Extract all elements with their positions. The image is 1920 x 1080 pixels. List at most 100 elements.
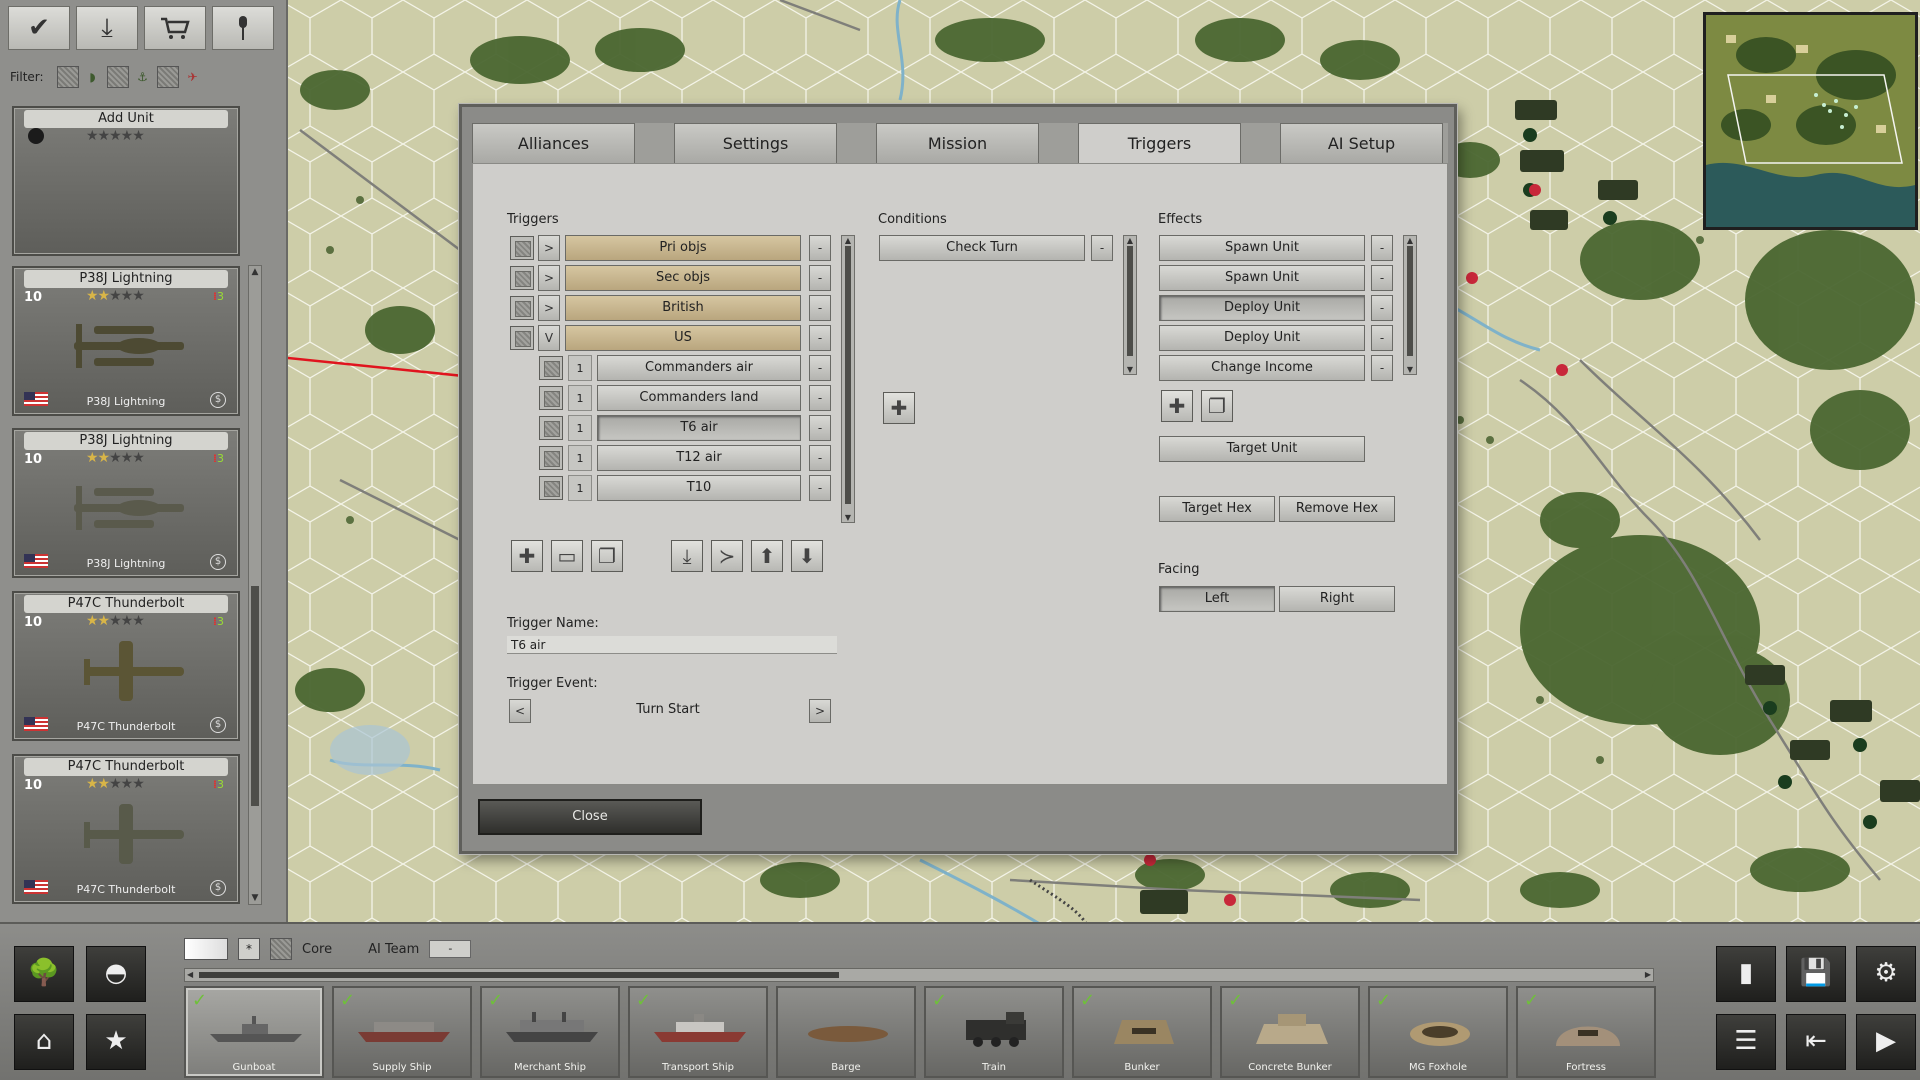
add-effect-icon[interactable]: ✚ (1161, 390, 1193, 422)
remove-trigger-button[interactable]: - (809, 445, 831, 471)
scroll-up-icon[interactable]: ▲ (249, 267, 261, 277)
console-icon[interactable]: ≻ (711, 540, 743, 572)
document-icon[interactable]: ▮ (1716, 946, 1776, 1002)
add-unit-card[interactable]: Add Unit ★★★★★ (12, 106, 240, 256)
scroll-left-icon[interactable]: ◀ (187, 969, 193, 981)
remove-effect-button[interactable]: - (1371, 355, 1393, 381)
conditions-scrollbar[interactable]: ▲ ▼ (1123, 235, 1137, 375)
scroll-thumb[interactable] (845, 246, 851, 504)
remove-effect-button[interactable]: - (1371, 295, 1393, 321)
prev-event-button[interactable]: < (509, 699, 531, 723)
expand-button[interactable]: > (538, 295, 560, 321)
facing-right-button[interactable]: Right (1279, 586, 1395, 612)
effect-spawn-unit[interactable]: Spawn Unit (1159, 265, 1365, 291)
trigger-checkbox[interactable] (510, 236, 534, 260)
remove-trigger-button[interactable]: - (809, 325, 831, 351)
close-button[interactable]: Close (478, 799, 702, 835)
remove-effect-button[interactable]: - (1371, 265, 1393, 291)
scroll-down-icon[interactable]: ▼ (1124, 365, 1136, 374)
trigger-group-us[interactable]: US (565, 325, 801, 351)
triggers-scrollbar[interactable]: ▲ ▼ (841, 235, 855, 523)
sub-trigger-checkbox[interactable] (539, 356, 563, 380)
unit-card[interactable]: P47C Thunderbolt 10 ★★★★★ ⁞3 P47C Thunde… (12, 754, 240, 904)
core-checkbox[interactable] (270, 938, 292, 960)
star-box-icon[interactable]: * (238, 938, 260, 960)
unit-slot-concrete-bunker[interactable]: ✓ Concrete Bunker (1220, 986, 1360, 1078)
copy-icon[interactable]: ❐ (591, 540, 623, 572)
effects-scrollbar[interactable]: ▲ ▼ (1403, 235, 1417, 375)
facing-left-button[interactable]: Left (1159, 586, 1275, 612)
download-icon[interactable]: ⤓ (76, 6, 138, 50)
sub-trigger-t10[interactable]: T10 (597, 475, 801, 501)
add-condition-icon[interactable]: ✚ (883, 392, 915, 424)
tree-icon[interactable]: 🌳 (14, 946, 74, 1002)
sub-trigger-t12-air[interactable]: T12 air (597, 445, 801, 471)
add-folder-icon[interactable]: ▭ (551, 540, 583, 572)
copy-effect-icon[interactable]: ❐ (1201, 390, 1233, 422)
trigger-checkbox[interactable] (510, 326, 534, 350)
unit-slot-mg-foxhole[interactable]: ✓ MG Foxhole (1368, 986, 1508, 1078)
scroll-thumb[interactable] (199, 972, 839, 978)
scroll-down-icon[interactable]: ▼ (1404, 365, 1416, 374)
unit-list-scrollbar[interactable]: ▲ ▼ (248, 265, 262, 905)
minimap[interactable] (1703, 12, 1918, 230)
unit-slot-fortress[interactable]: ✓ Fortress (1516, 986, 1656, 1078)
condition-check-turn[interactable]: Check Turn (879, 235, 1085, 261)
scroll-right-icon[interactable]: ▶ (1645, 969, 1651, 981)
remove-trigger-button[interactable]: - (809, 475, 831, 501)
effect-spawn-unit[interactable]: Spawn Unit (1159, 235, 1365, 261)
play-icon[interactable]: ▶ (1856, 1014, 1916, 1070)
effect-change-income[interactable]: Change Income (1159, 355, 1365, 381)
next-event-button[interactable]: > (809, 699, 831, 723)
star-icon[interactable]: ★ (86, 1014, 146, 1070)
unit-card[interactable]: P47C Thunderbolt 10 ★★★★★ ⁞3 P47C Thunde… (12, 591, 240, 741)
scroll-thumb[interactable] (1127, 246, 1133, 356)
sub-trigger-commanders-land[interactable]: Commanders land (597, 385, 801, 411)
scroll-up-icon[interactable]: ▲ (1404, 236, 1416, 245)
tab-settings[interactable]: Settings (674, 123, 837, 163)
list-icon[interactable]: ☰ (1716, 1014, 1776, 1070)
remove-effect-button[interactable]: - (1371, 325, 1393, 351)
scroll-down-icon[interactable]: ▼ (842, 513, 854, 522)
sub-trigger-checkbox[interactable] (539, 386, 563, 410)
exit-icon[interactable]: ⇤ (1786, 1014, 1846, 1070)
add-trigger-icon[interactable]: ✚ (511, 540, 543, 572)
scroll-down-icon[interactable]: ▼ (249, 893, 261, 903)
filter-land-checkbox[interactable] (56, 66, 79, 88)
tab-ai-setup[interactable]: AI Setup (1280, 123, 1443, 163)
remove-effect-button[interactable]: - (1371, 235, 1393, 261)
remove-trigger-button[interactable]: - (809, 355, 831, 381)
white-flag-icon[interactable] (184, 938, 228, 960)
remove-trigger-button[interactable]: - (809, 385, 831, 411)
unit-slot-train[interactable]: ✓ Train (924, 986, 1064, 1078)
expand-button[interactable]: > (538, 265, 560, 291)
tab-mission[interactable]: Mission (876, 123, 1039, 163)
target-hex-button[interactable]: Target Hex (1159, 496, 1275, 522)
trigger-group-pri-objs[interactable]: Pri objs (565, 235, 801, 261)
unit-card[interactable]: P38J Lightning 10 ★★★★★ ⁞3 P38J Lightnin… (12, 266, 240, 416)
scroll-thumb[interactable] (1407, 246, 1413, 356)
target-unit-button[interactable]: Target Unit (1159, 436, 1365, 462)
cart-icon[interactable] (144, 6, 206, 50)
trigger-name-input[interactable]: T6 air (507, 636, 837, 654)
sub-trigger-commanders-air[interactable]: Commanders air (597, 355, 801, 381)
unit-card[interactable]: P38J Lightning 10 ★★★★★ ⁞3 P38J Lightnin… (12, 428, 240, 578)
sub-trigger-checkbox[interactable] (539, 416, 563, 440)
remove-trigger-button[interactable]: - (809, 265, 831, 291)
pin-icon[interactable] (212, 6, 274, 50)
ai-team-select[interactable]: - (429, 940, 472, 958)
unit-slot-barge[interactable]: Barge (776, 986, 916, 1078)
move-up-icon[interactable]: ⬆ (751, 540, 783, 572)
unit-slot-supply-ship[interactable]: ✓ Supply Ship (332, 986, 472, 1078)
unit-slot-transport-ship[interactable]: ✓ Transport Ship (628, 986, 768, 1078)
remove-trigger-button[interactable]: - (809, 235, 831, 261)
scroll-up-icon[interactable]: ▲ (1124, 236, 1136, 245)
tab-alliances[interactable]: Alliances (472, 123, 635, 163)
trigger-checkbox[interactable] (510, 296, 534, 320)
filter-air-checkbox[interactable] (156, 66, 179, 88)
effect-deploy-unit[interactable]: Deploy Unit (1159, 295, 1365, 321)
scroll-up-icon[interactable]: ▲ (842, 236, 854, 245)
save-icon[interactable]: 💾 (1786, 946, 1846, 1002)
remove-trigger-button[interactable]: - (809, 295, 831, 321)
helmet-icon[interactable]: ◓ (86, 946, 146, 1002)
